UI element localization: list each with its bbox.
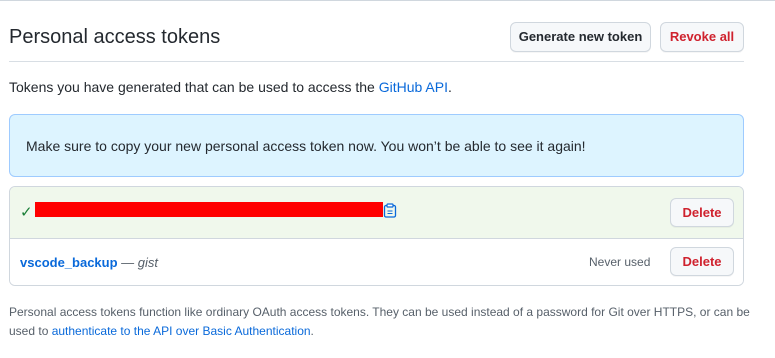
intro-text: Tokens you have generated that can be us… (9, 79, 452, 95)
redacted-token-value (35, 202, 383, 217)
page-header: Personal access tokens Generate new toke… (9, 20, 744, 62)
delete-new-token-button[interactable]: Delete (670, 198, 734, 227)
footer-note: Personal access tokens function like ord… (9, 303, 759, 341)
token-scope: gist (137, 255, 159, 270)
generate-new-token-button[interactable]: Generate new token (510, 22, 651, 52)
token-list: ✓ Delete vscode_backup — gist Never used… (9, 186, 744, 286)
token-name-line: vscode_backup — gist (20, 255, 158, 270)
footer-suffix: . (310, 324, 314, 338)
intro-suffix: . (447, 79, 452, 95)
token-last-used: Never used (589, 255, 651, 269)
copy-token-notice: Make sure to copy your new personal acce… (9, 114, 744, 177)
token-name-link[interactable]: vscode_backup (20, 255, 118, 270)
github-api-link[interactable]: GitHub API (379, 79, 448, 95)
token-separator: — (117, 255, 138, 270)
top-divider (0, 0, 775, 1)
basic-auth-link[interactable]: authenticate to the API over Basic Authe… (52, 324, 311, 338)
notice-message: Make sure to copy your new personal acce… (26, 138, 586, 154)
delete-token-button[interactable]: Delete (670, 247, 734, 276)
clipboard-icon[interactable] (383, 203, 397, 218)
page-title: Personal access tokens (9, 26, 221, 48)
revoke-all-button[interactable]: Revoke all (660, 22, 744, 52)
new-token-row: ✓ Delete (10, 187, 743, 239)
intro-description: Tokens you have generated that can be us… (9, 79, 379, 95)
check-icon: ✓ (20, 204, 33, 221)
token-row: vscode_backup — gist Never used Delete (10, 239, 743, 285)
